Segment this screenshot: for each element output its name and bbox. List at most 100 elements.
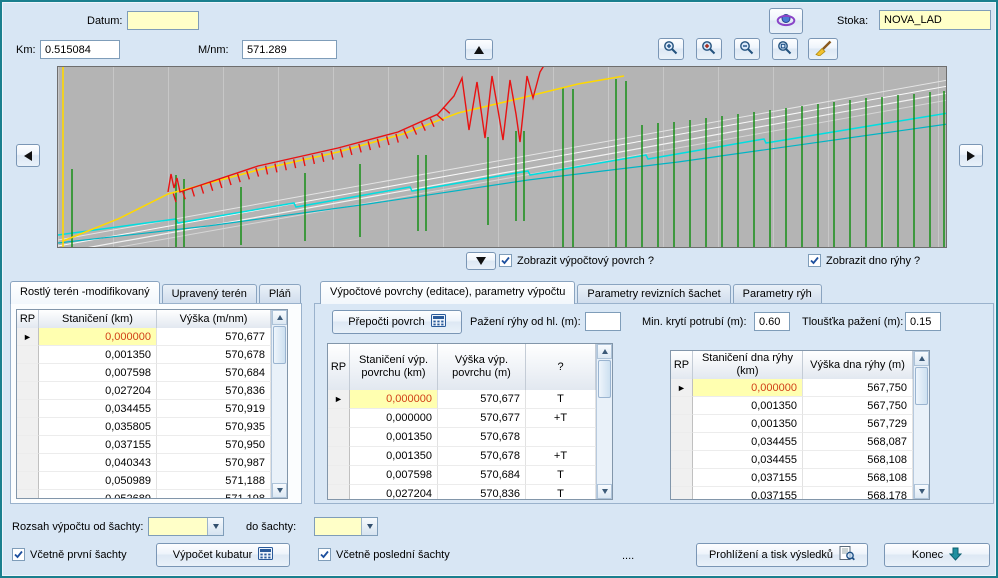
table-cell[interactable]: 0,000000 [350,409,438,428]
scroll-thumb[interactable] [915,367,928,405]
surface-table-body[interactable]: ►0,000000570,677T0,000000570,677+T0,0013… [328,390,596,499]
mnm-input[interactable] [242,40,337,59]
table-row[interactable]: 0,001350567,750 [671,397,913,415]
table-cell[interactable]: 0,001350 [693,415,803,433]
table-row[interactable]: 0,037155570,950 [17,436,271,454]
table-cell[interactable] [526,428,596,447]
table-cell[interactable]: 570,950 [157,436,271,454]
checkbox-box[interactable] [499,254,512,267]
table-cell[interactable]: 0,037155 [693,487,803,499]
km-input[interactable] [40,40,120,59]
table-cell[interactable]: 568,178 [803,487,913,499]
tab-upraveny-teren[interactable]: Upravený terén [162,284,257,304]
table-cell[interactable]: T [526,485,596,499]
checkbox-box[interactable] [12,548,25,561]
table-row[interactable]: 0,040343570,987 [17,454,271,472]
table-cell[interactable]: 570,987 [157,454,271,472]
table-row[interactable]: 0,037155568,108 [671,469,913,487]
redraw-brush-button[interactable] [808,38,838,60]
table-row[interactable]: 0,035805570,935 [17,418,271,436]
table-cell[interactable]: 0,001350 [39,346,157,364]
table-row[interactable]: ►0,000000570,677T [328,390,596,409]
table-row[interactable]: 0,007598570,684 [17,364,271,382]
trench-table-scrollbar[interactable] [913,351,929,499]
first-shaft-checkbox[interactable]: Včetně první šachty [12,548,127,561]
table-cell[interactable]: 0,050989 [39,472,157,490]
table-cell[interactable]: 0,027204 [39,382,157,400]
table-row[interactable]: 0,007598570,684T [328,466,596,485]
table-cell[interactable]: 0,034455 [693,433,803,451]
tab-parametry-sachet[interactable]: Parametry revizních šachet [577,284,730,304]
scroll-down-button[interactable] [272,483,287,498]
profile-canvas[interactable] [57,66,947,248]
table-cell[interactable]: T [526,466,596,485]
scroll-up-button[interactable] [597,344,612,359]
table-cell[interactable]: 570,935 [157,418,271,436]
zoom-extents-button[interactable] [658,38,684,60]
table-cell[interactable]: 570,684 [438,466,526,485]
pan-up-button[interactable] [465,39,493,60]
from-shaft-combo[interactable] [148,517,224,536]
table-cell[interactable]: 568,108 [803,451,913,469]
table-cell[interactable]: 571,198 [157,490,271,498]
table-cell[interactable]: 0,001350 [350,428,438,447]
scroll-thumb[interactable] [273,326,286,364]
terrain-table-body[interactable]: ►0,000000570,6770,001350570,6780,0075985… [17,328,271,498]
table-row[interactable]: 0,027204570,836T [328,485,596,499]
table-cell[interactable]: 570,919 [157,400,271,418]
table-cell[interactable]: 0,007598 [39,364,157,382]
table-row[interactable]: 0,001350570,678 [17,346,271,364]
cover-input[interactable] [754,312,790,331]
table-cell[interactable]: 570,677 [438,390,526,409]
table-cell[interactable]: 570,684 [157,364,271,382]
table-row[interactable]: 0,034455568,108 [671,451,913,469]
table-cell[interactable]: 570,678 [438,447,526,466]
table-row[interactable]: 0,034455570,919 [17,400,271,418]
table-row[interactable]: 0,027204570,836 [17,382,271,400]
table-cell[interactable]: 0,007598 [350,466,438,485]
table-row[interactable]: ►0,000000570,677 [17,328,271,346]
table-cell[interactable]: 571,188 [157,472,271,490]
show-trench-checkbox[interactable]: Zobrazit dno rýhy ? [808,254,920,267]
recalc-surface-button[interactable]: Přepočti povrch [332,310,462,334]
table-row[interactable]: 0,001350567,729 [671,415,913,433]
table-cell[interactable]: 0,040343 [39,454,157,472]
table-cell[interactable]: 0,037155 [693,469,803,487]
zoom-out-button[interactable] [734,38,760,60]
table-cell[interactable]: T [526,390,596,409]
table-cell[interactable]: 0,035805 [39,418,157,436]
table-row[interactable]: 0,050989571,188 [17,472,271,490]
thickness-input[interactable] [905,312,941,331]
last-shaft-checkbox[interactable]: Včetně poslední šachty [318,548,450,561]
scroll-up-button[interactable] [914,351,929,366]
table-cell[interactable]: 0,027204 [350,485,438,499]
table-cell[interactable]: +T [526,447,596,466]
scroll-up-button[interactable] [272,310,287,325]
table-cell[interactable]: 570,836 [438,485,526,499]
stoka-input[interactable] [879,10,991,30]
table-row[interactable]: 0,034455568,087 [671,433,913,451]
tab-rostly-teren[interactable]: Rostlý terén -modifikovaný [10,281,160,304]
dropdown-button[interactable] [361,518,377,535]
table-row[interactable]: 0,052689571,198 [17,490,271,498]
checkbox-box[interactable] [318,548,331,561]
datum-input[interactable] [127,11,199,30]
table-cell[interactable]: 570,678 [157,346,271,364]
table-cell[interactable]: 0,001350 [693,397,803,415]
terrain-table-scrollbar[interactable] [271,310,287,498]
scroll-down-button[interactable] [597,484,612,499]
zoom-in-button[interactable] [696,38,722,60]
tab-vypoctove-povrchy[interactable]: Výpočtové povrchy (editace), parametry v… [320,281,575,304]
table-cell[interactable]: +T [526,409,596,428]
tab-parametry-ryh[interactable]: Parametry rýh [733,284,822,304]
table-cell[interactable]: 568,108 [803,469,913,487]
table-cell[interactable]: 567,750 [803,379,913,397]
pan-down-button[interactable] [466,252,496,270]
table-row[interactable]: ►0,000000567,750 [671,379,913,397]
surface-table-scrollbar[interactable] [596,344,612,499]
table-cell[interactable]: 0,000000 [693,379,803,397]
table-row[interactable]: 0,000000570,677+T [328,409,596,428]
table-cell[interactable]: 0,000000 [350,390,438,409]
table-cell[interactable]: 0,052689 [39,490,157,498]
zoom-window-button[interactable] [772,38,798,60]
